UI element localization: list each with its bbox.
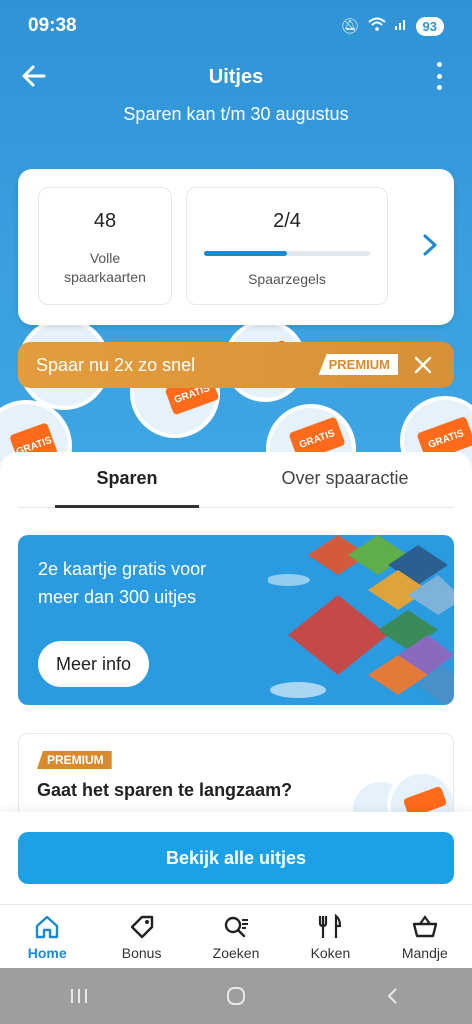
more-info-button[interactable]: Meer info	[38, 641, 150, 687]
promo-text: 2e kaartje gratis voor meer dan 300 uitj…	[38, 555, 268, 611]
nav-bonus[interactable]: Bonus	[94, 905, 188, 968]
status-bar: 09:38 🔕︎ 93	[0, 0, 472, 52]
more-options-button[interactable]	[434, 62, 444, 90]
nav-cooking[interactable]: Koken	[283, 905, 377, 968]
stamps-box: 2/4 Spaarzegels	[186, 187, 388, 305]
home-system-icon[interactable]	[225, 985, 247, 1007]
tab-bar: Sparen Over spaaractie	[18, 452, 454, 508]
view-all-outings-button[interactable]: Bekijk alle uitjes	[18, 832, 454, 884]
cta-container: Bekijk alle uitjes	[0, 812, 472, 904]
page-title: Uitjes	[208, 65, 264, 88]
premium-card-heading: Gaat het sparen te langzaam?	[37, 780, 293, 800]
dot	[436, 85, 442, 90]
full-cards-label-line2: spaarkaarten	[64, 269, 146, 285]
nav-cooking-label: Koken	[310, 945, 351, 961]
nav-home[interactable]: Home	[0, 905, 94, 968]
dot	[436, 62, 442, 67]
stamps-value: 2/4	[273, 210, 301, 232]
nav-basket[interactable]: Mandje	[378, 905, 472, 968]
savings-stats-card: 48 Volle spaarkaarten 2/4 Spaarzegels	[18, 169, 454, 325]
arrow-left-icon	[22, 65, 46, 87]
premium-banner[interactable]: Spaar nu 2x zo snel PREMIUM	[18, 342, 454, 388]
signal-icon	[394, 17, 408, 35]
search-icon	[224, 916, 249, 938]
stamps-progress-fill	[204, 251, 287, 256]
nav-search-label: Zoeken	[212, 945, 260, 961]
bottom-navigation: Home Bonus Zoeken Koken Mandje	[0, 904, 472, 968]
tab-over-spaaractie[interactable]: Over spaaractie	[236, 452, 454, 507]
premium-banner-text: Spaar nu 2x zo snel	[36, 354, 196, 375]
stamps-progress-bar	[204, 251, 370, 256]
full-cards-value: 48	[93, 210, 117, 232]
system-navigation-bar	[0, 968, 472, 1024]
nav-basket-label: Mandje	[401, 945, 448, 961]
dot	[436, 73, 442, 79]
tag-icon	[130, 915, 153, 939]
basket-icon	[412, 915, 438, 938]
attractions-collage-image	[268, 535, 454, 705]
stats-next-button[interactable]	[418, 229, 442, 261]
home-icon	[36, 915, 59, 939]
stamps-label: Spaarzegels	[248, 271, 326, 287]
top-app-bar: Uitjes	[0, 52, 472, 102]
back-system-icon[interactable]	[382, 985, 404, 1007]
nav-home-label: Home	[27, 945, 67, 961]
wifi-icon	[367, 17, 386, 35]
back-button[interactable]	[18, 60, 50, 92]
nav-search[interactable]: Zoeken	[189, 905, 283, 968]
full-cards-box: 48 Volle spaarkaarten	[38, 187, 172, 305]
nav-bonus-label: Bonus	[121, 945, 162, 961]
close-banner-button[interactable]	[412, 354, 434, 376]
premium-card-badge: PREMIUM	[37, 751, 112, 769]
savings-period: Sparen kan t/m 30 augustus	[123, 104, 349, 124]
promo-line2: meer dan 300 uitjes	[38, 587, 197, 607]
mute-icon: 🔕︎	[340, 18, 360, 35]
full-cards-label: Volle spaarkaarten	[39, 249, 171, 287]
recent-apps-icon[interactable]	[68, 986, 90, 1006]
chevron-right-icon	[423, 234, 437, 256]
full-cards-label-line1: Volle	[89, 250, 121, 266]
cutlery-icon	[319, 913, 342, 938]
battery-indicator: 93	[415, 16, 444, 36]
status-time: 09:38	[28, 15, 77, 36]
tab-sparen[interactable]: Sparen	[18, 452, 236, 508]
promo-card: 2e kaartje gratis voor meer dan 300 uitj…	[18, 535, 454, 705]
promo-line1: 2e kaartje gratis voor	[38, 559, 207, 579]
premium-badge: PREMIUM	[318, 354, 398, 375]
close-icon	[414, 356, 432, 374]
